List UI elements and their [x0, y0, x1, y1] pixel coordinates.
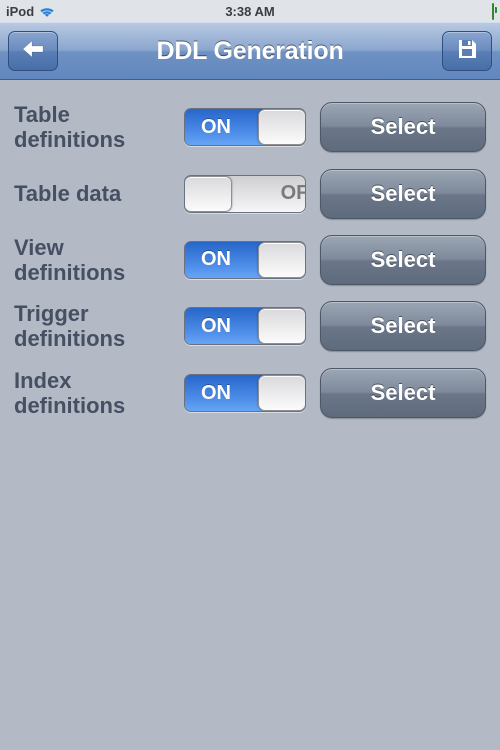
option-row-table-definitions: Table definitions ON OFF Select: [14, 102, 486, 153]
save-button[interactable]: [442, 31, 492, 71]
options-list: Table definitions ON OFF Select Table da…: [0, 80, 500, 440]
toggle-table-data[interactable]: ON OFF: [184, 175, 306, 213]
battery-icon: [492, 4, 494, 19]
status-device: iPod: [6, 4, 34, 19]
select-button-trigger-definitions[interactable]: Select: [320, 301, 486, 351]
option-row-view-definitions: View definitions ON OFF Select: [14, 235, 486, 286]
option-label: View definitions: [14, 235, 170, 286]
select-button-table-definitions[interactable]: Select: [320, 102, 486, 152]
toggle-index-definitions[interactable]: ON OFF: [184, 374, 306, 412]
toggle-off-label: OFF: [305, 308, 306, 344]
wifi-icon: [38, 5, 56, 18]
option-label: Trigger definitions: [14, 301, 170, 352]
toggle-off-label: OFF: [305, 109, 306, 145]
select-button-view-definitions[interactable]: Select: [320, 235, 486, 285]
option-label: Index definitions: [14, 368, 170, 419]
toggle-table-definitions[interactable]: ON OFF: [184, 108, 306, 146]
toggle-trigger-definitions[interactable]: ON OFF: [184, 307, 306, 345]
option-row-index-definitions: Index definitions ON OFF Select: [14, 368, 486, 419]
toggle-knob: [258, 242, 306, 278]
toggle-knob: [258, 375, 306, 411]
arrow-left-icon: [20, 38, 46, 65]
toggle-knob: [184, 176, 232, 212]
toggle-view-definitions[interactable]: ON OFF: [184, 241, 306, 279]
option-row-trigger-definitions: Trigger definitions ON OFF Select: [14, 301, 486, 352]
option-label: Table definitions: [14, 102, 170, 153]
toggle-off-label: OFF: [305, 375, 306, 411]
select-button-table-data[interactable]: Select: [320, 169, 486, 219]
nav-bar: DDL Generation: [0, 22, 500, 80]
toggle-off-label: OFF: [305, 242, 306, 278]
status-bar: iPod 3:38 AM: [0, 0, 500, 22]
toggle-knob: [258, 109, 306, 145]
option-label: Table data: [14, 181, 170, 206]
select-button-index-definitions[interactable]: Select: [320, 368, 486, 418]
page-title: DDL Generation: [156, 37, 343, 66]
save-icon: [455, 37, 479, 66]
back-button[interactable]: [8, 31, 58, 71]
toggle-knob: [258, 308, 306, 344]
status-time: 3:38 AM: [225, 4, 274, 19]
option-row-table-data: Table data ON OFF Select: [14, 169, 486, 219]
